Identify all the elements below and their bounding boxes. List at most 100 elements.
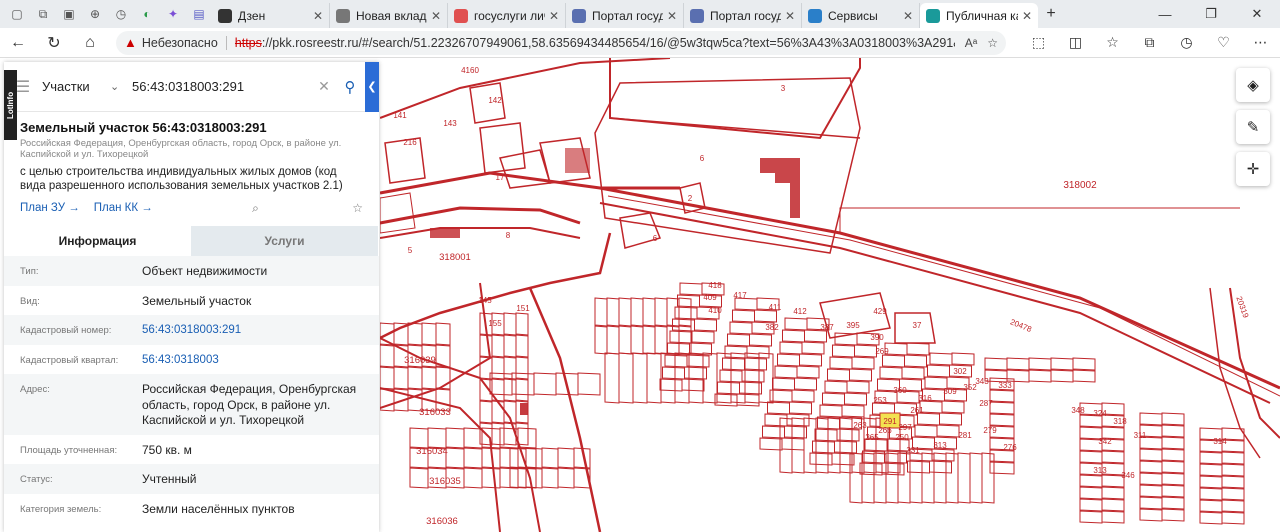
reload-icon[interactable]: ↻: [36, 28, 72, 58]
maximize-icon[interactable]: ❐: [1188, 0, 1234, 28]
parcel-outline: [927, 364, 950, 378]
parcel-outline: [421, 366, 437, 390]
browser-tab[interactable]: Портал госуда ✕: [684, 3, 802, 28]
performance-icon[interactable]: ♡: [1205, 34, 1242, 51]
attribute-row: Площадь уточненная: 750 кв. м: [4, 435, 379, 465]
browser-tab[interactable]: госуслуги личн ✕: [448, 3, 566, 28]
back-arrow-icon[interactable]: ←: [0, 28, 36, 58]
layers-icon[interactable]: ◈: [1236, 68, 1270, 102]
parcel-outline: [1199, 487, 1223, 501]
pinned-tab-globe-icon[interactable]: ⊕: [82, 3, 108, 25]
parcel-outline: [832, 344, 855, 358]
parcel-outline: [989, 389, 1015, 403]
insecure-label[interactable]: Небезопасно: [142, 36, 218, 50]
pinned-tab-copilot-icon[interactable]: ✦: [160, 3, 186, 25]
attribute-value[interactable]: 56:43:0318003: [142, 353, 219, 375]
search-icon[interactable]: ⚲: [335, 78, 365, 96]
close-tab-icon[interactable]: ✕: [667, 9, 677, 23]
chevron-down-icon[interactable]: ⌄: [110, 80, 128, 93]
pinned-tab-green-icon[interactable]: ◐: [134, 3, 160, 25]
browser-tab[interactable]: Сервисы ✕: [802, 3, 920, 28]
close-tab-icon[interactable]: ✕: [785, 9, 795, 23]
sidebar-toggle-icon[interactable]: ▢: [4, 3, 30, 25]
quarter-label: 318001: [439, 252, 471, 263]
tab-favicon-icon: [690, 8, 704, 23]
collections-toolbar-icon[interactable]: ⧉: [1131, 34, 1168, 51]
measure-ruler-icon[interactable]: ✎: [1236, 110, 1270, 144]
favorite-star-icon[interactable]: ☆: [987, 36, 998, 50]
parcel-outline: [767, 401, 790, 415]
parcel-outline: [1139, 496, 1163, 510]
pinned-tabs: ▢ ⧉ ▣ ⊕ ◷ ◐ ✦ ▤: [0, 0, 212, 28]
parcel-outline: [557, 447, 575, 469]
address-bar[interactable]: ▲ Небезопасно https://pkk.rosreestr.ru/#…: [116, 30, 1006, 55]
tab-information[interactable]: Информация: [4, 226, 191, 256]
zoom-to-object-icon[interactable]: ⌕: [252, 201, 259, 216]
plot-number: 411: [769, 303, 782, 312]
history-icon[interactable]: ◷: [1168, 34, 1205, 51]
tab-title: Портал госуда: [592, 8, 663, 23]
browser-tab[interactable]: Дзен ✕: [212, 3, 330, 28]
close-window-icon[interactable]: ✕: [1234, 0, 1280, 28]
attribute-row: Кадастровый номер: 56:43:0318003:291: [4, 315, 379, 345]
tab-actions-icon[interactable]: ▣: [56, 3, 82, 25]
parcel-outline: [669, 330, 693, 344]
building: [760, 158, 800, 218]
close-tab-icon[interactable]: ✕: [1022, 9, 1032, 23]
parcel-outline: [829, 356, 853, 370]
split-screen-icon[interactable]: ◫: [1057, 34, 1094, 51]
parcel-outline: [557, 467, 575, 489]
browser-tab[interactable]: Новая вкладка ✕: [330, 3, 448, 28]
parcel-outline: [819, 404, 843, 418]
parcel-outline: [1199, 511, 1223, 525]
tab-services[interactable]: Услуги: [191, 226, 378, 256]
parcel-outline: [764, 413, 788, 427]
extensions-icon[interactable]: ⬚: [1020, 34, 1057, 51]
browser-tab[interactable]: Портал госуда ✕: [566, 3, 684, 28]
close-tab-icon[interactable]: ✕: [903, 9, 913, 23]
url-text[interactable]: https://pkk.rosreestr.ru/#/search/51.223…: [235, 36, 955, 50]
parcel-outline: [774, 365, 798, 379]
pinned-tab-clock-icon[interactable]: ◷: [108, 3, 134, 25]
parcel-outline: [789, 401, 812, 415]
read-aloud-icon[interactable]: Aᵃ: [965, 36, 977, 50]
browser-tab[interactable]: Публичная кадас ✕: [920, 3, 1038, 28]
tab-list: Дзен✕Новая вкладка✕госуслуги личн✕ Портал…: [212, 0, 1038, 28]
plot-number: 390: [870, 333, 884, 342]
bookmark-star-icon[interactable]: ☆: [352, 201, 363, 215]
locate-crosshair-icon[interactable]: ✛: [1236, 152, 1270, 186]
clear-search-icon[interactable]: ✕: [313, 78, 335, 95]
new-tab-button[interactable]: +: [1038, 5, 1064, 23]
more-menu-icon[interactable]: ⋯: [1242, 34, 1279, 51]
close-tab-icon[interactable]: ✕: [431, 9, 441, 23]
search-input[interactable]: 56:43:0318003:291: [128, 79, 313, 94]
lotinfo-extension-tab[interactable]: LotInfo: [4, 70, 17, 140]
plot-number: 3: [781, 84, 786, 93]
search-type-select[interactable]: Участки: [42, 79, 110, 94]
parcel-outline: [503, 356, 517, 380]
minimize-icon[interactable]: —: [1142, 0, 1188, 28]
parcel-outline: [846, 380, 870, 394]
parcel-outline: [380, 344, 395, 368]
plot-number: 409: [703, 293, 717, 302]
attribute-value: Земли населённых пунктов: [142, 501, 295, 516]
plot-number: 309: [943, 387, 957, 396]
plan-kk-link[interactable]: План КК →: [94, 202, 153, 214]
close-tab-icon[interactable]: ✕: [313, 9, 323, 23]
pinned-tab-teams-icon[interactable]: ▤: [186, 3, 212, 25]
map-canvas[interactable]: 20478 20319 291 318002 318001 316039 316033 316…: [380, 58, 1280, 532]
attribute-key: Адрес:: [20, 384, 50, 395]
parcel-outline: [407, 322, 423, 346]
cadastral-map[interactable]: 20478 20319 291 318002 318001 316039 316033 316…: [380, 58, 1280, 532]
warning-icon[interactable]: ▲: [124, 35, 137, 50]
attribute-value[interactable]: 56:43:0318003:291: [142, 323, 241, 345]
collections-icon[interactable]: ⧉: [30, 3, 56, 25]
home-icon[interactable]: ⌂: [72, 28, 108, 58]
collapse-panel-button[interactable]: ❮: [365, 62, 379, 112]
plot-number: 313: [933, 441, 947, 450]
plan-zu-link[interactable]: План ЗУ →: [20, 202, 80, 214]
favorites-icon[interactable]: ☆: [1094, 34, 1131, 51]
close-tab-icon[interactable]: ✕: [549, 9, 559, 23]
plot-number: 387: [820, 323, 834, 332]
parcel-outline: [1221, 499, 1245, 513]
